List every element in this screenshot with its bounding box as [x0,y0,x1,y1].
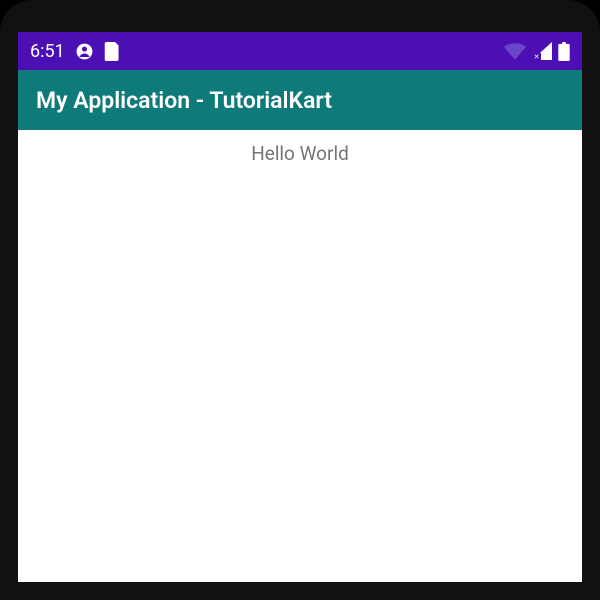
wifi-icon [504,43,526,60]
status-bar-right: ✕ [504,42,570,61]
hello-text: Hello World [18,142,582,165]
app-bar: My Application - TutorialKart [18,70,582,130]
signal-no-data-icon: ✕ [532,42,552,60]
device-border: 6:51 ✕ [0,0,600,600]
profile-icon [75,42,94,61]
status-bar-left: 6:51 [30,41,121,62]
sd-card-icon [104,42,121,61]
device-frame: 6:51 ✕ [0,0,600,600]
screen: 6:51 ✕ [18,32,582,582]
status-bar: 6:51 ✕ [18,32,582,70]
main-content: Hello World [18,130,582,582]
status-clock: 6:51 [30,41,65,62]
svg-text:✕: ✕ [534,54,540,60]
battery-icon [558,42,570,61]
app-title: My Application - TutorialKart [36,87,332,114]
